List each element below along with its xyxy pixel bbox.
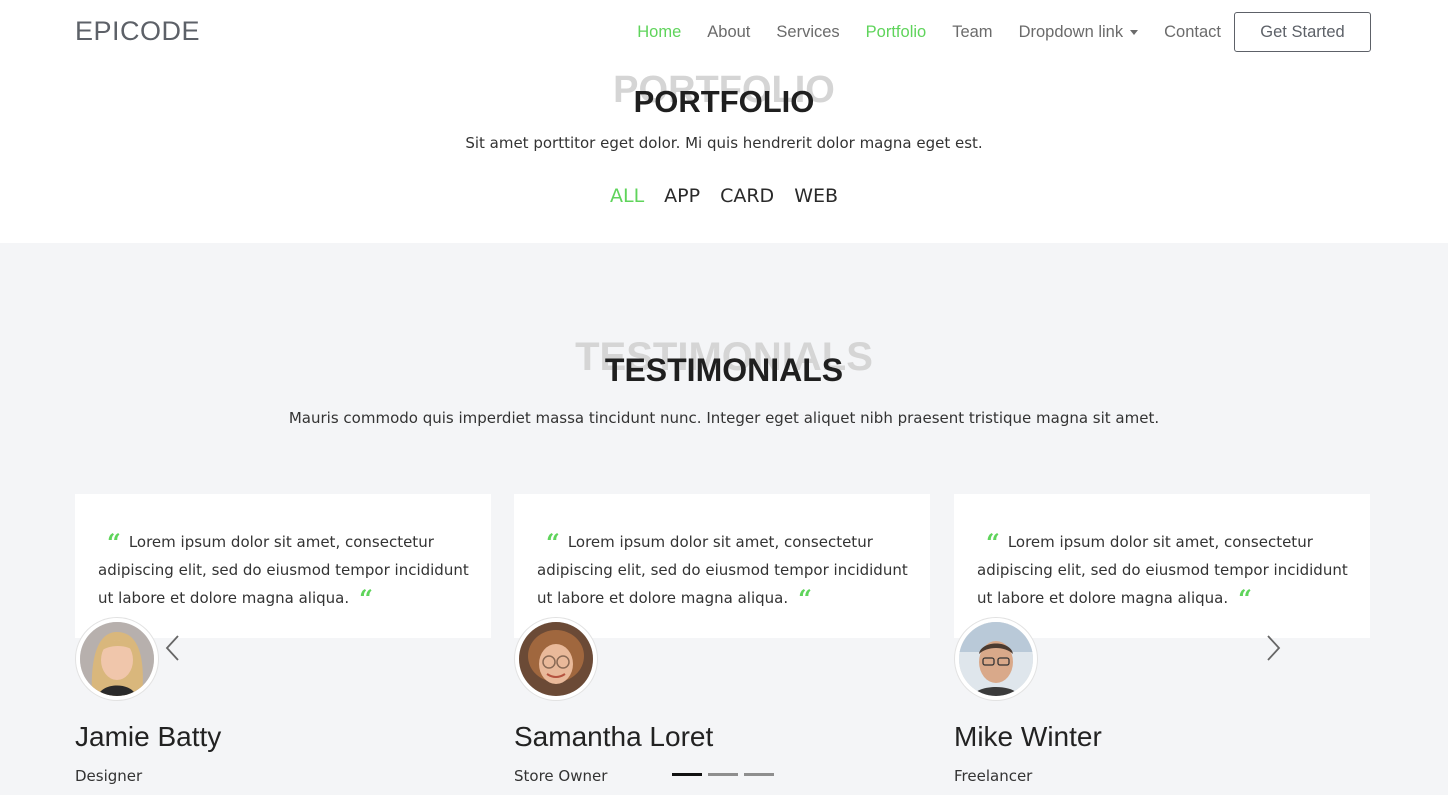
testimonials-subtitle: Mauris commodo quis imperdiet massa tinc… — [288, 409, 1160, 427]
logo[interactable]: EPICODE — [75, 16, 200, 47]
nav-home[interactable]: Home — [637, 23, 681, 42]
filter-app[interactable]: APP — [664, 185, 700, 207]
testimonial-role: Freelancer — [954, 767, 1033, 785]
carousel-prev-button[interactable] — [163, 633, 183, 663]
testimonial-name: Samantha Loret — [514, 721, 714, 752]
carousel-indicators — [672, 773, 780, 776]
portfolio-filters: ALL APP CARD WEB — [0, 185, 1448, 207]
main-nav: Home About Services Portfolio Team Dropd… — [611, 12, 1371, 52]
chevron-left-icon — [165, 635, 179, 661]
testimonial-role: Store Owner — [514, 767, 608, 785]
testimonial-name: Jamie Batty — [75, 721, 222, 752]
nav-dropdown[interactable]: Dropdown link — [1019, 23, 1139, 42]
get-started-button[interactable]: Get Started — [1234, 12, 1371, 52]
nav-dropdown-label: Dropdown link — [1018, 22, 1124, 41]
testimonial-name: Mike Winter — [954, 721, 1102, 752]
quote-close-icon: “ — [1238, 584, 1252, 613]
testimonial-text: “Lorem ipsum dolor sit amet, consectetur… — [537, 528, 917, 612]
carousel-next-button[interactable] — [1263, 633, 1283, 663]
testimonial-quote: Lorem ipsum dolor sit amet, consectetur … — [537, 533, 908, 607]
testimonial-card: “Lorem ipsum dolor sit amet, consectetur… — [514, 494, 930, 638]
testimonials-section: TESTIMONIALS TESTIMONIALS Mauris commodo… — [0, 243, 1448, 795]
quote-open-icon: “ — [107, 528, 121, 557]
avatar — [515, 618, 597, 700]
site-header: EPICODE Home About Services Portfolio Te… — [0, 0, 1448, 64]
nav-team[interactable]: Team — [952, 23, 992, 42]
quote-close-icon: “ — [359, 584, 373, 613]
nav-contact[interactable]: Contact — [1164, 23, 1221, 42]
caret-down-icon — [1130, 29, 1139, 35]
nav-services[interactable]: Services — [776, 23, 839, 42]
testimonial-quote: Lorem ipsum dolor sit amet, consectetur … — [98, 533, 469, 607]
avatar — [955, 618, 1037, 700]
portfolio-subtitle: Sit amet porttitor eget dolor. Mi quis h… — [465, 134, 983, 152]
portfolio-section: PORTFOLIO PORTFOLIO Sit amet porttitor e… — [0, 64, 1448, 243]
testimonial-role: Designer — [75, 767, 143, 785]
testimonial-card: “Lorem ipsum dolor sit amet, consectetur… — [75, 494, 491, 638]
testimonial-text: “Lorem ipsum dolor sit amet, consectetur… — [98, 528, 478, 612]
testimonial-card: “Lorem ipsum dolor sit amet, consectetur… — [954, 494, 1370, 638]
testimonial-text: “Lorem ipsum dolor sit amet, consectetur… — [977, 528, 1357, 612]
filter-card[interactable]: CARD — [720, 185, 774, 207]
filter-all[interactable]: ALL — [610, 185, 644, 207]
testimonial-quote: Lorem ipsum dolor sit amet, consectetur … — [977, 533, 1348, 607]
nav-portfolio[interactable]: Portfolio — [866, 23, 927, 42]
carousel-indicator[interactable] — [672, 773, 702, 776]
quote-close-icon: “ — [798, 584, 812, 613]
chevron-right-icon — [1267, 635, 1281, 661]
avatar — [76, 618, 158, 700]
filter-web[interactable]: WEB — [794, 185, 838, 207]
nav-about[interactable]: About — [707, 23, 750, 42]
portfolio-title: PORTFOLIO — [633, 84, 815, 119]
carousel-indicator[interactable] — [744, 773, 774, 776]
carousel-indicator[interactable] — [708, 773, 738, 776]
quote-open-icon: “ — [986, 528, 1000, 557]
testimonials-title: TESTIMONIALS — [604, 352, 844, 388]
quote-open-icon: “ — [546, 528, 560, 557]
